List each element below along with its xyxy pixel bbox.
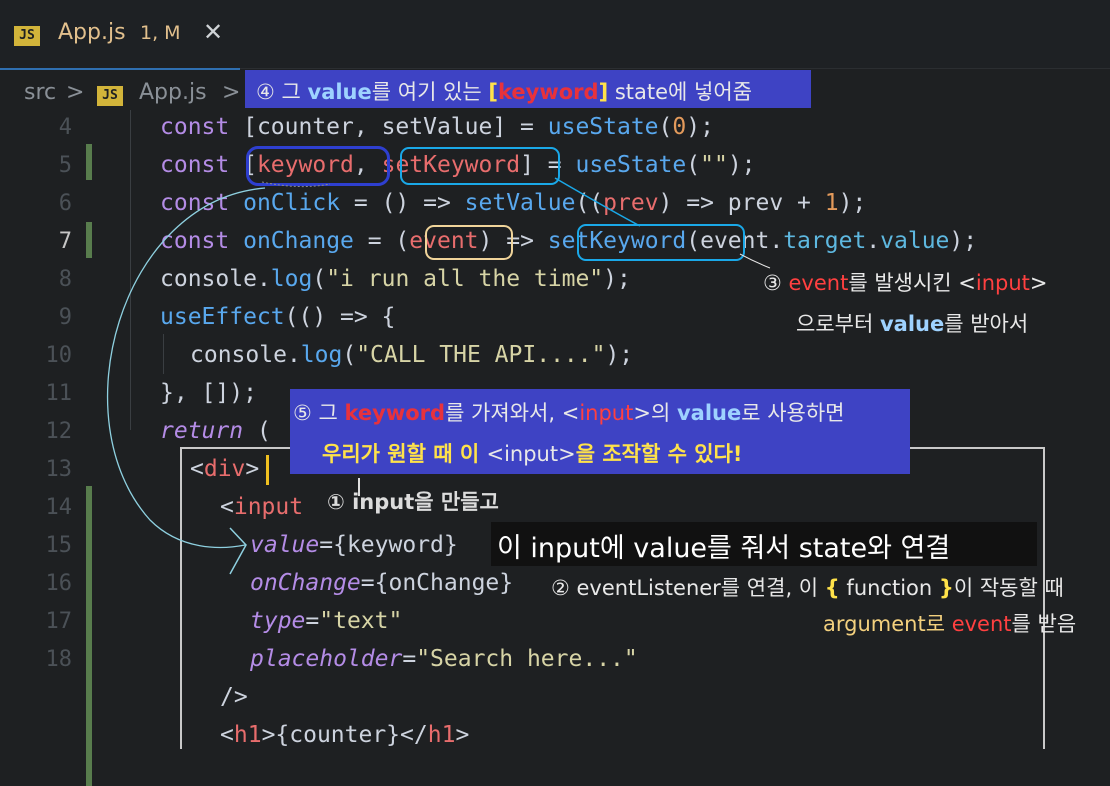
annotation-2-line2: argument로 event를 받음 [823,612,1077,636]
annotation-3-line1: ③ event를 발생시킨 <input> [763,271,1048,295]
annotation-4: ④ 그 value를 여기 있는 [keyword] state에 넣어줌 [256,80,753,104]
mouse-cursor-icon [358,478,360,496]
annotation-1: ① input을 만들고 [327,490,499,514]
annotation-5-line2: 우리가 원할 때 이 <input>을 조작할 수 있다! [322,442,743,466]
annotation-3-line2: 으로부터 value를 받아서 [796,312,1029,336]
annotation-5-line1: ⑤ 그 keyword를 가져와서, <input>의 value로 사용하면 [293,401,845,425]
annotation-2-line1: ② eventListener를 연결, 이 { function }이 작동할… [551,576,1064,600]
subtitle: 이 input에 value를 줘서 state와 연결 [497,533,951,564]
